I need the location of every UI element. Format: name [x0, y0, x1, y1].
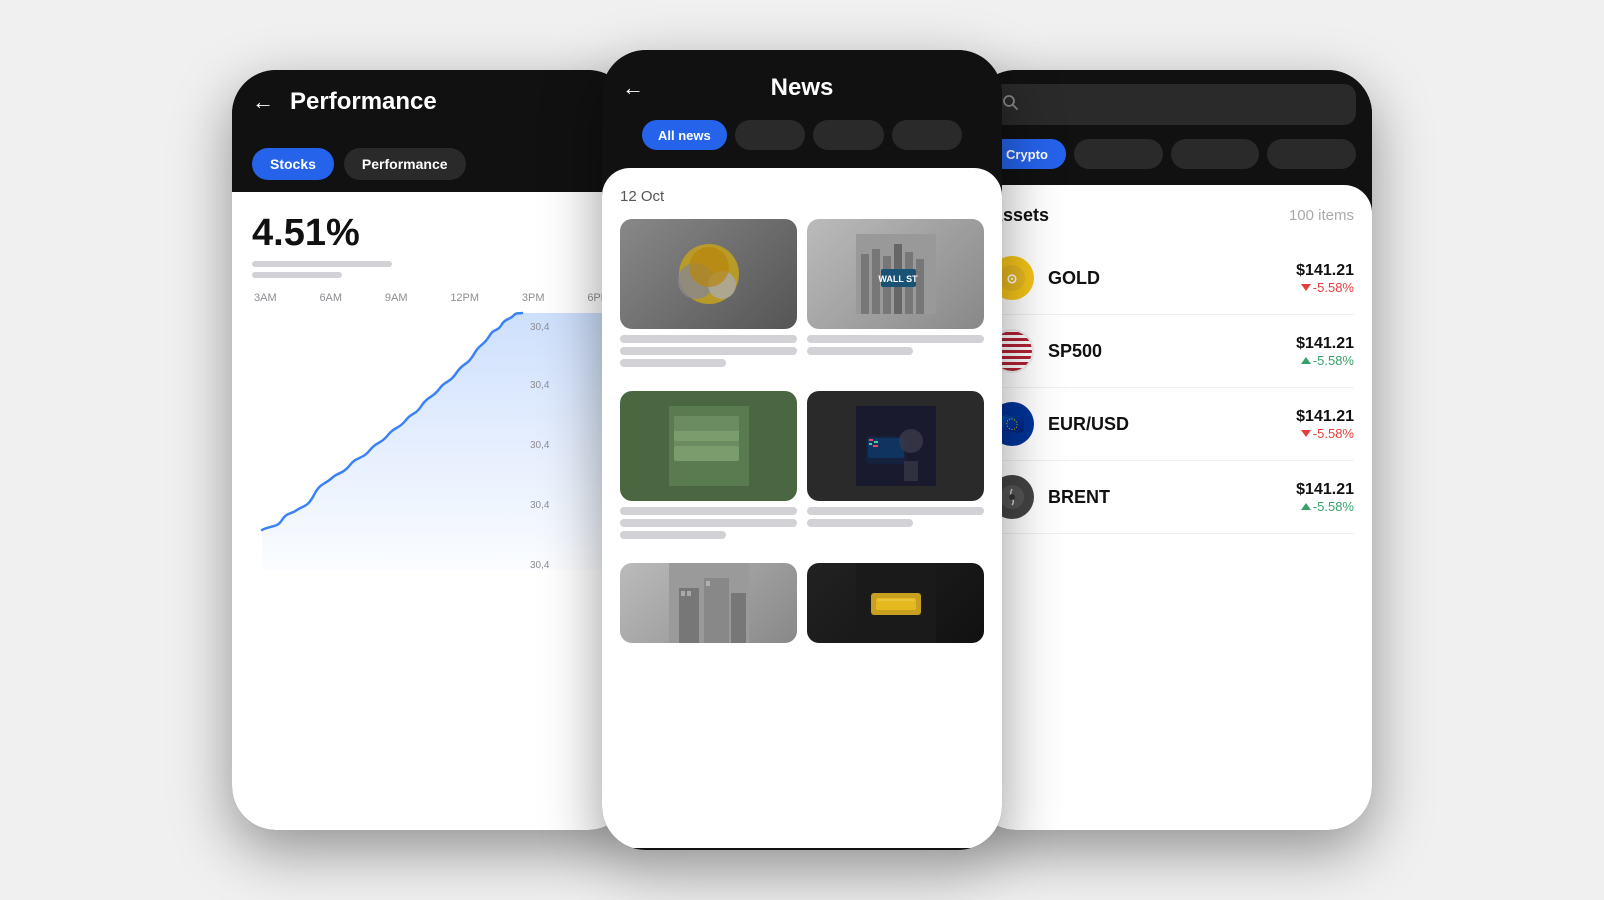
news-title: News: [771, 74, 834, 102]
triangle-up-brent: [1301, 503, 1311, 510]
news-tab-2[interactable]: [735, 120, 805, 150]
time-9am: 9AM: [385, 292, 408, 304]
asset-row-gold[interactable]: ⊙ GOLD $141.21 -5.58%: [990, 242, 1354, 315]
asset-price-value-eurusd: $141.21: [1296, 408, 1354, 426]
asset-price-brent: $141.21 -5.58%: [1296, 481, 1354, 514]
assets-count: 100 items: [1289, 207, 1354, 224]
crypto-tab-3[interactable]: [1171, 139, 1260, 169]
news-tab-3[interactable]: [813, 120, 883, 150]
asset-name-eurusd: EUR/USD: [1048, 414, 1282, 435]
news-img-wallst: WALL ST: [807, 219, 984, 329]
news-img-trader: [807, 391, 984, 501]
crypto-filter-tabs: Crypto: [988, 139, 1356, 185]
asset-row-eurusd[interactable]: 🇪🇺 EUR/USD $141.21 -5.58%: [990, 388, 1354, 461]
news-back-button[interactable]: ←: [622, 75, 644, 101]
news-item-2[interactable]: WALL ST: [807, 219, 984, 381]
news-img-crypto: [620, 219, 797, 329]
asset-change-brent: -5.58%: [1296, 499, 1354, 514]
asset-price-sp500: $141.21 -5.58%: [1296, 335, 1354, 368]
perf-line-2: [252, 272, 342, 278]
asset-row-sp500[interactable]: SP500 $141.21 -5.58%: [990, 315, 1354, 388]
asset-row-brent[interactable]: BRENT $141.21 -5.58%: [990, 461, 1354, 534]
news-text-3: [620, 507, 797, 539]
news-header-row: ← News: [622, 74, 982, 102]
time-3am: 3AM: [254, 292, 277, 304]
crypto-tab-2[interactable]: [1074, 139, 1163, 169]
perf-back-button[interactable]: ←: [252, 89, 274, 115]
news-img-money: [620, 391, 797, 501]
news-tab-all[interactable]: All news: [642, 120, 727, 150]
perf-percent-value: 4.51%: [252, 212, 612, 255]
tab-stocks[interactable]: Stocks: [252, 148, 334, 180]
svg-text:30,4: 30,4: [530, 322, 550, 333]
news-text-2: [807, 335, 984, 355]
news-filter-tabs: All news: [622, 120, 982, 168]
perf-card: 4.51% 3AM 6AM 9AM 12PM 3PM 6PM: [232, 192, 632, 830]
asset-price-gold: $141.21 -5.58%: [1296, 262, 1354, 295]
phone-performance: ← Performance Stocks Performance 4.51% 3…: [232, 70, 632, 830]
svg-text:⊙: ⊙: [1007, 271, 1018, 286]
triangle-down-eurusd: [1301, 430, 1311, 437]
news-row-1: WALL ST: [620, 219, 984, 381]
news-row-2: [620, 391, 984, 553]
perf-line-1: [252, 261, 392, 267]
perf-tabs: Stocks Performance: [232, 132, 632, 192]
news-tab-4[interactable]: [892, 120, 962, 150]
crypto-tab-4[interactable]: [1267, 139, 1356, 169]
news-img-building: [620, 563, 797, 643]
svg-text:30,4: 30,4: [530, 440, 550, 451]
asset-price-value-gold: $141.21: [1296, 262, 1354, 280]
performance-chart: 30,4 30,4 30,4 30,4 30,4: [252, 310, 612, 590]
news-header: ← News All news: [602, 50, 1002, 168]
svg-text:WALL ST: WALL ST: [878, 274, 918, 284]
news-item-5[interactable]: [620, 563, 797, 643]
assets-card: Assets 100 items ⊙ GOLD $141.21 -5.58%: [972, 185, 1372, 830]
eu-flag-emoji: 🇪🇺: [1000, 412, 1025, 437]
asset-change-gold: -5.58%: [1296, 280, 1354, 295]
chart-area: 30,4 30,4 30,4 30,4 30,4: [252, 310, 612, 610]
time-12pm: 12PM: [450, 292, 479, 304]
asset-change-sp500: -5.58%: [1296, 353, 1354, 368]
news-item-6[interactable]: [807, 563, 984, 643]
news-img-gold-bar: [807, 563, 984, 643]
assets-header: Assets 100 items: [990, 205, 1354, 226]
perf-header: ← Performance: [232, 70, 632, 132]
news-item-3[interactable]: [620, 391, 797, 553]
triangle-up-sp500: [1301, 357, 1311, 364]
time-labels: 3AM 6AM 9AM 12PM 3PM 6PM: [252, 292, 612, 304]
phones-container: ← Performance Stocks Performance 4.51% 3…: [0, 0, 1604, 900]
news-text-4: [807, 507, 984, 527]
svg-text:30,4: 30,4: [530, 560, 550, 571]
asset-price-value-brent: $141.21: [1296, 481, 1354, 499]
time-3pm: 3PM: [522, 292, 545, 304]
news-row-3: [620, 563, 984, 643]
news-text-1: [620, 335, 797, 367]
time-6am: 6AM: [319, 292, 342, 304]
news-item-4[interactable]: [807, 391, 984, 553]
search-icon: [1002, 94, 1018, 115]
triangle-down-gold: [1301, 284, 1311, 291]
phone-crypto: Crypto Assets 100 items ⊙ GOLD: [972, 70, 1372, 830]
asset-change-eurusd: -5.58%: [1296, 426, 1354, 441]
news-item-1[interactable]: [620, 219, 797, 381]
tab-performance[interactable]: Performance: [344, 148, 466, 180]
asset-name-brent: BRENT: [1048, 487, 1282, 508]
search-input-wrap[interactable]: [988, 84, 1356, 125]
perf-title: Performance: [290, 88, 437, 116]
asset-name-gold: GOLD: [1048, 268, 1282, 289]
svg-text:30,4: 30,4: [530, 500, 550, 511]
crypto-search-bar: Crypto: [972, 70, 1372, 185]
asset-name-sp500: SP500: [1048, 341, 1282, 362]
asset-price-value-sp500: $141.21: [1296, 335, 1354, 353]
news-body: 12 Oct: [602, 168, 1002, 848]
perf-subtitle-lines: [252, 261, 612, 278]
asset-price-eurusd: $141.21 -5.58%: [1296, 408, 1354, 441]
news-date: 12 Oct: [620, 188, 984, 205]
phone-news: ← News All news 12 Oct: [602, 50, 1002, 850]
svg-text:30,4: 30,4: [530, 380, 550, 391]
